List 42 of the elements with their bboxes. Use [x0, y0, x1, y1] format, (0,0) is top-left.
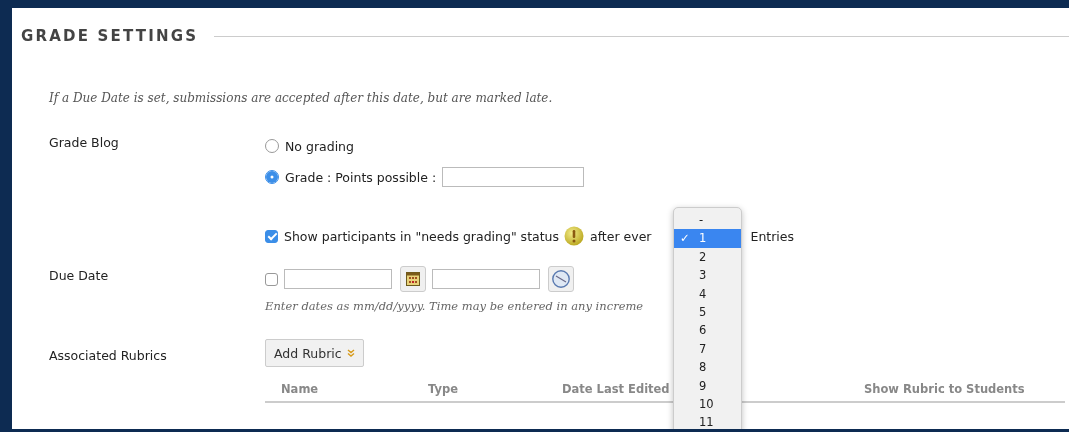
field-label: Grade Blog — [49, 135, 120, 152]
section-note: If a Due Date is set, submissions are accepted after this date, but are marked late. — [49, 91, 554, 105]
calendar-button[interactable] — [400, 266, 426, 292]
points-field[interactable] — [442, 167, 585, 187]
menu-item[interactable]: 8 — [674, 358, 741, 377]
field-label: Due Date — [49, 268, 110, 285]
field-label: Associated Rubrics — [49, 347, 168, 365]
menu-item[interactable]: 9 — [674, 376, 741, 395]
radio-button[interactable] — [265, 170, 279, 184]
clock-icon — [552, 270, 570, 288]
menu-item[interactable]: 2 — [674, 247, 741, 267]
add-rubric-button[interactable]: Add Rubric — [265, 339, 364, 367]
menu-item[interactable]: 11 — [674, 413, 741, 429]
option-label: Grade : Points possible : — [285, 169, 437, 185]
menu-item[interactable]: - — [674, 211, 741, 230]
checkbox[interactable] — [265, 272, 278, 286]
option-label: Show participants in "needs grading" status — [284, 228, 560, 244]
menu-item[interactable]: ✓ 1 — [674, 229, 741, 248]
column-header: Type — [428, 382, 458, 396]
check-icon: ✓ — [680, 229, 690, 248]
menu-item[interactable]: 7 — [674, 339, 741, 359]
radio-button[interactable] — [265, 139, 279, 153]
calendar-icon — [406, 272, 420, 286]
column-header: Date Last Edited — [562, 382, 670, 396]
option-label: after ever — [590, 228, 652, 244]
menu-item[interactable]: 3 — [674, 266, 741, 285]
date-hint: Enter dates as mm/dd/yyyy. Time may be entered in any increme — [265, 299, 644, 313]
warning-icon — [564, 226, 585, 246]
clock-button[interactable] — [548, 266, 574, 292]
menu-item[interactable]: 10 — [674, 394, 741, 414]
checkbox[interactable] — [265, 229, 278, 243]
menu-item[interactable]: 4 — [674, 284, 741, 303]
menu-item[interactable]: 6 — [674, 321, 741, 340]
double-caret-icon — [346, 349, 355, 357]
time-field[interactable] — [432, 269, 540, 289]
menu-item[interactable]: 5 — [674, 302, 741, 322]
column-header: Name — [281, 382, 319, 396]
section-title: GRADE SETTINGS — [21, 27, 199, 45]
option-label: Entries — [750, 228, 795, 244]
option-label: No grading — [285, 138, 354, 154]
date-field[interactable] — [284, 269, 392, 289]
column-header: Show Rubric to Students — [864, 382, 1025, 396]
